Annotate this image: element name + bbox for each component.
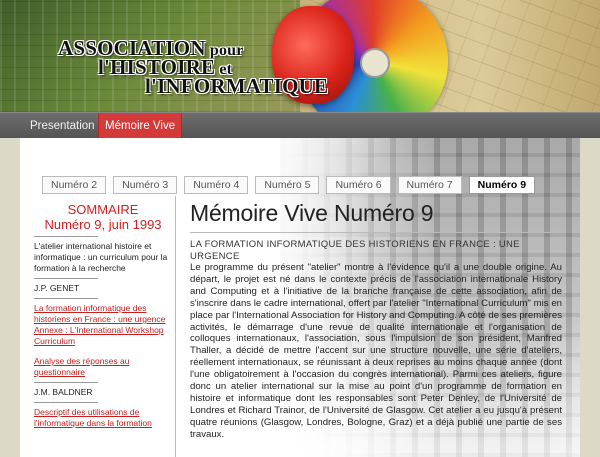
main-nav: Presentation Mémoire Vive [0,112,600,139]
issue-tab-6[interactable]: Numéro 6 [326,176,391,194]
divider [34,382,98,383]
divider [34,402,98,403]
issue-tab-3[interactable]: Numéro 3 [113,176,178,194]
divider [34,278,98,279]
summary-link-descriptif[interactable]: Descriptif des utilisations de l'informa… [34,407,172,429]
issue-tab-2[interactable]: Numéro 2 [42,176,107,194]
summary-author-baldner: J.M. BALDNER [34,387,93,397]
summary-intro: L'atelier international histoire et info… [34,241,168,273]
site-title-line-3: l'INFORMATIQUE [145,74,329,98]
article-subtitle: LA FORMATION INFORMATIQUE DES HISTORIENS… [190,239,520,262]
title-rule [190,232,562,233]
article-body: Le programme du présent "atelier" montre… [190,262,562,440]
nav-tab-presentation[interactable]: Presentation [24,113,101,139]
summary-heading-title: SOMMAIRE [67,202,139,217]
content-panel: Numéro 2 Numéro 3 Numéro 4 Numéro 5 Numé… [20,138,580,457]
summary-link-analyse[interactable]: Analyse des réponses au questionnaire [34,356,172,378]
divider [34,236,98,237]
summary-heading: SOMMAIRE Numéro 9, juin 1993 [34,202,172,232]
divider [34,298,98,299]
nav-tab-memoire-vive[interactable]: Mémoire Vive [98,113,183,139]
issue-tab-7[interactable]: Numéro 7 [397,176,462,194]
summary-sidebar: SOMMAIRE Numéro 9, juin 1993 L'atelier i… [34,202,172,429]
site-banner: ASSOCIATION pour l'HISTOIRE et l'INFORMA… [0,0,600,112]
issue-tab-4[interactable]: Numéro 4 [184,176,249,194]
issue-tab-9[interactable]: Numéro 9 [468,176,536,194]
issue-tabs: Numéro 2 Numéro 3 Numéro 4 Numéro 5 Numé… [42,176,542,194]
summary-author-genet: J.P. GENET [34,283,80,293]
summary-link-annexe[interactable]: Annexe : L'International Workshop Curric… [34,325,172,347]
summary-link-formation[interactable]: La formation informatique des historiens… [34,303,172,325]
issue-tab-5[interactable]: Numéro 5 [255,176,320,194]
article-title: Mémoire Vive Numéro 9 [190,200,434,226]
summary-heading-issue: Numéro 9, juin 1993 [44,217,162,232]
column-separator [175,196,176,457]
article: Mémoire Vive Numéro 9 LA FORMATION INFOR… [190,199,562,441]
